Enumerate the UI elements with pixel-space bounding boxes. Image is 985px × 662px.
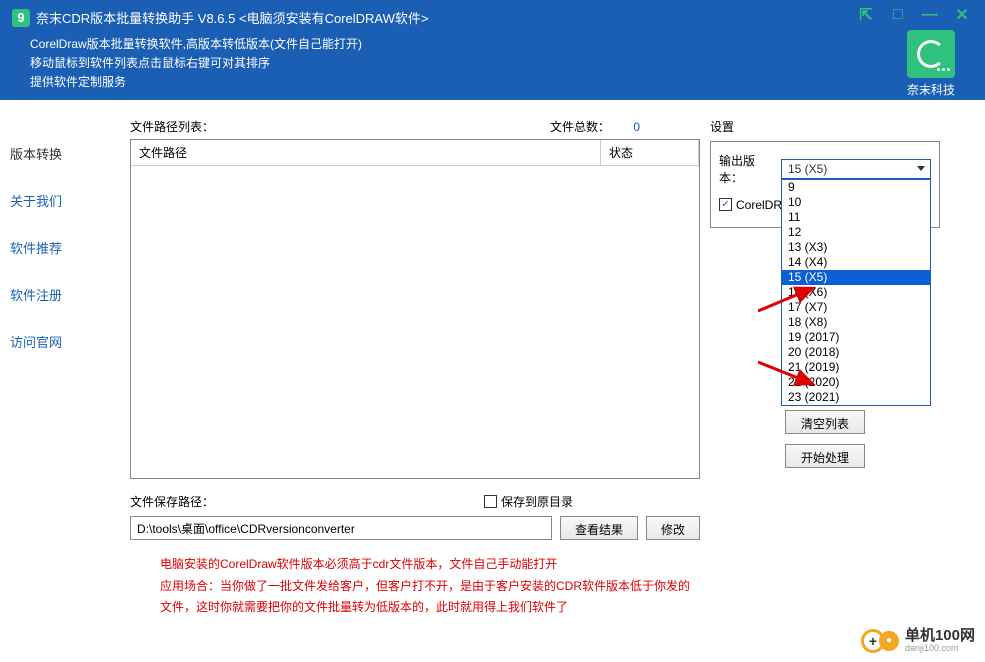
dropdown-option[interactable]: 13 (X3) xyxy=(782,240,930,255)
dropdown-option[interactable]: 20 (2018) xyxy=(782,345,930,360)
sidebar-item-label: 版本转换 xyxy=(10,147,62,162)
watermark: + ● 单机100网 danji100.com xyxy=(861,628,975,654)
settings-box: 输出版本： 15 (X5) 910111213 (X3)14 (X4)15 (X… xyxy=(710,141,940,228)
filelist-label: 文件路径列表： xyxy=(130,118,550,135)
save-original-checkbox[interactable]: 保存到原目录 xyxy=(484,493,573,510)
sidebar-item-website[interactable]: 访问官网 xyxy=(0,318,130,365)
output-version-label: 输出版本： xyxy=(719,152,775,186)
watermark-logo-icon-2: ● xyxy=(879,631,899,651)
th-path: 文件路径 xyxy=(131,140,601,165)
filecount-label: 文件总数： 0 xyxy=(550,118,640,135)
dropdown-option[interactable]: 19 (2017) xyxy=(782,330,930,345)
output-version-select[interactable]: 15 (X5) xyxy=(781,159,931,179)
dropdown-option[interactable]: 15 (X5) xyxy=(782,270,930,285)
sidebar-item-convert[interactable]: 版本转换 xyxy=(0,130,130,177)
dropdown-option[interactable]: 16 (X6) xyxy=(782,285,930,300)
dropdown-option[interactable]: 23 (2021) xyxy=(782,390,930,405)
dropdown-option[interactable]: 14 (X4) xyxy=(782,255,930,270)
app-logo-small: 9 xyxy=(12,9,30,27)
version-dropdown: 910111213 (X3)14 (X4)15 (X5)16 (X6)17 (X… xyxy=(781,179,931,406)
brand-logo: 奈末科技 xyxy=(907,30,955,98)
dropdown-option[interactable]: 22 (2020) xyxy=(782,375,930,390)
window-title: 9 奈末CDR版本批量转换助手 V8.6.5 <电脑须安装有CorelDRAW软… xyxy=(12,8,773,27)
checkbox-icon xyxy=(484,495,497,508)
start-button[interactable]: 开始处理 xyxy=(785,444,865,468)
sidebar-item-register[interactable]: 软件注册 xyxy=(0,271,130,318)
watermark-cn: 单机100网 xyxy=(905,628,975,645)
dropdown-option[interactable]: 12 xyxy=(782,225,930,240)
savepath-label: 文件保存路径： xyxy=(130,493,214,510)
dropdown-option[interactable]: 10 xyxy=(782,195,930,210)
sidebar-item-label: 访问官网 xyxy=(10,335,62,350)
clear-list-button[interactable]: 清空列表 xyxy=(785,410,865,434)
close-icon[interactable]: ✕ xyxy=(953,6,971,24)
sidebar-item-label: 关于我们 xyxy=(10,194,62,209)
checkbox-checked-icon: ✓ xyxy=(719,198,732,211)
dropdown-option[interactable]: 21 (2019) xyxy=(782,360,930,375)
sidebar-item-about[interactable]: 关于我们 xyxy=(0,177,130,224)
sidebar-item-label: 软件推荐 xyxy=(10,241,62,256)
warning-text: 电脑安装的CorelDraw软件版本必须高于cdr文件版本，文件自己手动能打开 … xyxy=(130,554,700,619)
filecount-value: 0 xyxy=(633,120,640,134)
desc-line-2: 移动鼠标到软件列表点击鼠标右键可对其排序 xyxy=(30,54,773,73)
brand-text: 奈末科技 xyxy=(907,81,955,98)
desc-line-3: 提供软件定制服务 xyxy=(30,73,773,92)
watermark-en: danji100.com xyxy=(905,644,975,654)
view-result-button[interactable]: 查看结果 xyxy=(560,516,638,540)
pin-icon[interactable]: ⇱ xyxy=(857,6,875,24)
modify-button[interactable]: 修改 xyxy=(646,516,700,540)
dropdown-option[interactable]: 17 (X7) xyxy=(782,300,930,315)
th-status: 状态 xyxy=(601,140,699,165)
sidebar-item-label: 软件注册 xyxy=(10,288,62,303)
settings-label: 设置 xyxy=(710,118,940,135)
savepath-input[interactable] xyxy=(130,516,552,540)
dropdown-option[interactable]: 18 (X8) xyxy=(782,315,930,330)
desc-line-1: CorelDraw版本批量转换软件,高版本转低版本(文件自己能打开) xyxy=(30,35,773,54)
file-table[interactable]: 文件路径 状态 xyxy=(130,139,700,479)
minimize-icon[interactable]: — xyxy=(921,6,939,24)
dropdown-option[interactable]: 9 xyxy=(782,180,930,195)
save-original-label: 保存到原目录 xyxy=(501,493,573,510)
dropdown-option[interactable]: 11 xyxy=(782,210,930,225)
sidebar-item-recommend[interactable]: 软件推荐 xyxy=(0,224,130,271)
maximize-icon[interactable]: □ xyxy=(889,6,907,24)
title-text: 奈末CDR版本批量转换助手 V8.6.5 <电脑须安装有CorelDRAW软件> xyxy=(36,8,428,27)
